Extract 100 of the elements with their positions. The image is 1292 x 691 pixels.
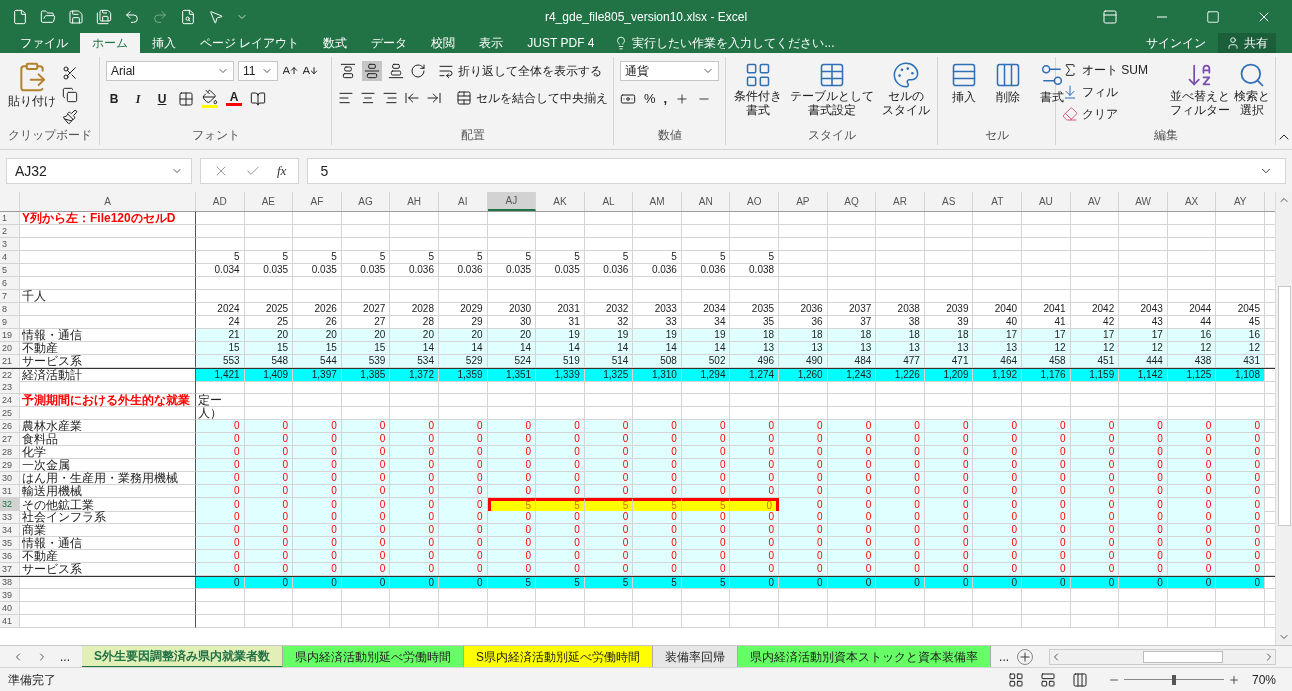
column-header[interactable]: AJ (487, 192, 537, 211)
borders-icon[interactable] (178, 90, 194, 107)
increase-indent-icon[interactable] (426, 90, 442, 106)
row-header[interactable]: 31 (0, 485, 20, 498)
style-button[interactable]: 条件付き 書式 (732, 61, 784, 117)
fill-color-icon[interactable] (202, 89, 218, 108)
row-header[interactable]: 7 (0, 290, 20, 303)
save-as-icon[interactable] (96, 8, 112, 25)
find-select-button[interactable]: 検索と 選択 (1234, 61, 1270, 117)
menu-tab[interactable]: 挿入 (140, 33, 188, 53)
cell-button[interactable]: 挿入 (944, 61, 984, 105)
style-button[interactable]: テーブルとして 書式設定 (788, 61, 876, 117)
column-header[interactable]: AX (1167, 192, 1217, 211)
column-header[interactable]: AG (341, 192, 391, 211)
menu-tab[interactable]: 表示 (467, 33, 516, 53)
row-header[interactable]: 35 (0, 537, 20, 550)
row-header[interactable]: 6 (0, 277, 20, 290)
row-header[interactable]: 27 (0, 433, 20, 446)
align-right-icon[interactable] (382, 90, 398, 106)
column-header[interactable]: AY (1216, 192, 1265, 211)
row-header[interactable]: 32 (0, 498, 20, 512)
name-box[interactable]: AJ32 (6, 158, 192, 184)
column-header[interactable]: AL (584, 192, 634, 211)
row-header[interactable]: 3 (0, 238, 20, 251)
vertical-align-button[interactable] (362, 61, 382, 81)
menu-tab[interactable]: データ (359, 33, 420, 53)
orientation-icon[interactable] (410, 63, 426, 79)
column-header[interactable]: AP (779, 192, 828, 211)
column-header[interactable]: AI (438, 192, 488, 211)
sheet-tab[interactable]: S県内経済活動別延べ労働時間 (464, 645, 654, 668)
row-header[interactable]: 37 (0, 563, 20, 576)
sort-filter-button[interactable]: 並べ替えと フィルター (1170, 61, 1230, 117)
font-style-button[interactable]: B (106, 89, 122, 108)
normal-view-icon[interactable] (1007, 671, 1024, 688)
percent-button[interactable]: % (644, 89, 656, 109)
font-style-button[interactable]: I (130, 89, 146, 108)
row-header[interactable]: 30 (0, 472, 20, 485)
eraser-icon[interactable] (1062, 106, 1078, 122)
font-name-field[interactable]: Arial (106, 61, 234, 81)
more-sheets-button[interactable]: ... (991, 647, 1018, 666)
sheet-tab[interactable]: 装備率回帰 (653, 645, 739, 668)
insert-function-button[interactable]: fx (277, 161, 287, 181)
column-header[interactable]: AE (244, 192, 294, 211)
align-left-icon[interactable] (338, 90, 354, 106)
undo-icon[interactable] (124, 8, 140, 25)
wrap-text-icon[interactable] (438, 63, 454, 79)
menu-tab[interactable]: 校閲 (419, 33, 468, 53)
sign-in-link[interactable]: サインイン (1134, 33, 1218, 53)
row-header[interactable]: 24 (0, 394, 20, 407)
menu-tab[interactable]: ファイル (8, 33, 80, 53)
column-header[interactable]: AV (1070, 192, 1120, 211)
row-header[interactable]: 40 (0, 602, 20, 615)
font-color-button[interactable]: A (226, 91, 242, 106)
row-header[interactable]: 4 (0, 251, 20, 264)
row-header[interactable]: 25 (0, 407, 20, 420)
vertical-align-button[interactable] (338, 61, 358, 81)
column-header[interactable]: AN (681, 192, 731, 211)
menu-tab[interactable]: ホーム (80, 33, 140, 53)
column-header[interactable]: A (20, 192, 196, 211)
column-header[interactable]: AO (730, 192, 780, 211)
row-header[interactable]: 21 (0, 355, 20, 368)
decrease-indent-icon[interactable] (404, 90, 420, 106)
menu-tab[interactable]: ページ レイアウト (188, 33, 312, 53)
save-icon[interactable] (68, 8, 84, 25)
tell-me-field[interactable]: 実行したい作業を入力してください... (632, 33, 835, 53)
align-center-icon[interactable] (360, 90, 376, 106)
sheet-tab[interactable]: S外生要因調整済み県内就業者数 (82, 645, 284, 668)
column-header[interactable]: AS (924, 192, 974, 211)
column-header[interactable]: AQ (827, 192, 877, 211)
row-header[interactable]: 28 (0, 446, 20, 459)
row-header[interactable]: 23 (0, 381, 20, 394)
row-header[interactable]: 2 (0, 225, 20, 238)
column-header[interactable]: AU (1022, 192, 1071, 211)
zoom-thumb[interactable] (1171, 674, 1176, 685)
more-sheets-button[interactable]: ... (60, 647, 70, 666)
column-header[interactable]: AK (536, 192, 585, 211)
row-header[interactable]: 34 (0, 524, 20, 537)
person-icon[interactable] (1226, 36, 1240, 50)
share-button[interactable]: 共有 (1218, 33, 1276, 53)
row-header[interactable]: 29 (0, 459, 20, 472)
sum-icon[interactable] (1062, 62, 1078, 78)
zoom-level[interactable]: 70% (1251, 670, 1276, 689)
column-header[interactable]: AH (390, 192, 439, 211)
comma-button[interactable]: , (663, 89, 668, 109)
page-layout-icon[interactable] (1039, 671, 1056, 688)
formula-input[interactable]: 5 (307, 158, 1286, 184)
column-header[interactable]: AW (1119, 192, 1168, 211)
font-size-field[interactable]: 11 (238, 61, 278, 81)
cell-button[interactable]: 削除 (988, 61, 1028, 105)
print-preview-icon[interactable] (180, 8, 196, 25)
clear-button[interactable]: クリア (1062, 105, 1166, 123)
wrap-text-button[interactable]: 折り返して全体を表示する (438, 62, 602, 80)
column-header[interactable]: AM (633, 192, 682, 211)
zoom-slider[interactable] (1123, 674, 1224, 685)
menu-tab[interactable]: JUST PDF 4 (515, 33, 607, 53)
column-header[interactable]: AR (876, 192, 925, 211)
row-header[interactable]: 36 (0, 550, 20, 563)
restore-icon[interactable] (1206, 9, 1220, 24)
row-header[interactable]: 26 (0, 420, 20, 433)
row-header[interactable]: 20 (0, 342, 20, 355)
